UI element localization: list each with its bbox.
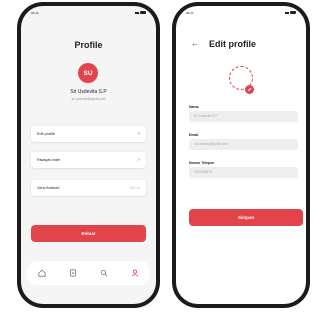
phone-label: Nomor Telepon [189, 161, 215, 165]
status-time: 09:41 [31, 11, 39, 15]
bottom-tab-bar [27, 261, 150, 285]
email-label: Email [189, 133, 199, 137]
edit-profile-item[interactable]: Edit profile > [31, 126, 146, 142]
chevron-right-icon: > [137, 157, 140, 162]
order-history-label: Riwayat order [37, 158, 61, 162]
user-name: Sri Usdevita S.P [70, 89, 107, 95]
logout-button[interactable]: Keluar [31, 225, 146, 242]
edit-profile-phone: 09:41 ← Edit profile Nama Sri Usdevita S… [172, 2, 310, 308]
edit-profile-label: Edit profile [37, 132, 55, 136]
search-icon[interactable] [99, 268, 109, 278]
signal-icon [285, 11, 289, 14]
email-input[interactable]: sri.usdevita@gmail.com [189, 139, 298, 150]
profile-icon[interactable] [130, 268, 140, 278]
signal-icon [135, 11, 139, 14]
save-button[interactable]: Simpan [189, 209, 303, 226]
back-arrow-icon[interactable]: ← [191, 39, 199, 48]
profile-screen: 09:41 Profile SU Sri Usdevita S.P sri.us… [21, 6, 156, 304]
order-history-item[interactable]: Riwayat order > [31, 152, 146, 168]
chevron-right-icon: > [137, 131, 140, 136]
status-icons [285, 11, 296, 14]
status-time: 09:41 [186, 11, 194, 15]
version-label: Versi Android [37, 186, 60, 190]
avatar: SU [78, 63, 98, 83]
version-value: V0.1.0 [129, 186, 140, 190]
phone-input[interactable]: 0812345678 [189, 167, 298, 178]
name-label: Nama [189, 105, 199, 109]
battery-icon [290, 11, 296, 14]
edit-avatar-icon[interactable] [245, 85, 254, 94]
version-item: Versi Android V0.1.0 [31, 180, 146, 196]
status-icons [135, 11, 146, 14]
user-email: sri.usdevita@gmail.com [71, 97, 106, 101]
status-bar: 09:41 [31, 10, 146, 16]
page-title: Edit profile [209, 39, 256, 49]
status-bar: 09:41 [186, 10, 296, 16]
orders-icon[interactable] [68, 268, 78, 278]
name-input[interactable]: Sri Usdevita S.P [189, 111, 298, 122]
page-title: Profile [74, 40, 103, 50]
profile-phone: 09:41 Profile SU Sri Usdevita S.P sri.us… [17, 2, 160, 308]
edit-profile-screen: 09:41 ← Edit profile Nama Sri Usdevita S… [176, 6, 306, 304]
home-icon[interactable] [37, 268, 47, 278]
battery-icon [140, 11, 146, 14]
